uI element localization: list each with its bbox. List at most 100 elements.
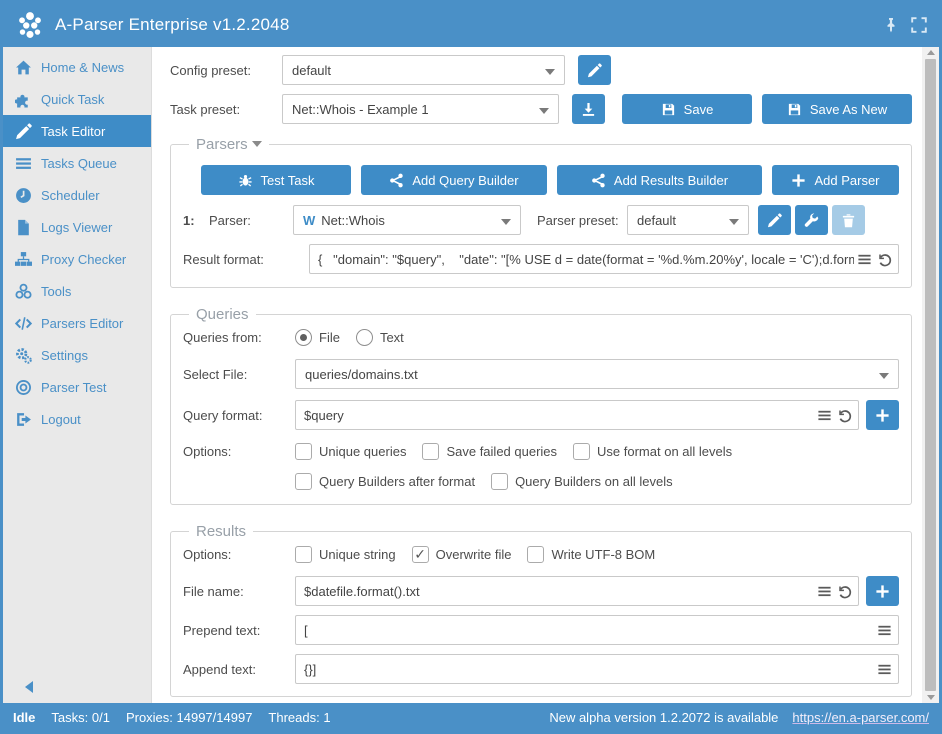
sidebar-item-tools[interactable]: Tools	[3, 275, 151, 307]
save-icon	[787, 102, 802, 117]
add-query-builder-button[interactable]: Add Query Builder	[361, 165, 547, 195]
chevron-down-icon	[252, 141, 262, 147]
menu-icon[interactable]	[877, 623, 892, 638]
task-preset-select[interactable]: Net::Whois - Example 1	[282, 94, 559, 124]
sidebar-item-logout[interactable]: Logout	[3, 403, 151, 435]
clock-icon	[15, 187, 32, 204]
add-query-format-button[interactable]	[866, 400, 899, 430]
edit-config-preset-button[interactable]	[578, 55, 611, 85]
undo-icon[interactable]	[837, 584, 852, 599]
config-preset-row: Config preset: default	[170, 55, 912, 85]
checkbox-unique-queries[interactable]: Unique queries	[295, 443, 406, 460]
parser-row: 1: Parser: W Net::Whois Parser preset: d…	[183, 205, 899, 235]
parser-options-button[interactable]	[795, 205, 828, 235]
checkbox-use-format-all-levels[interactable]: Use format on all levels	[573, 443, 732, 460]
delete-parser-button[interactable]	[832, 205, 865, 235]
gears-icon	[15, 347, 32, 364]
wrench-icon	[804, 213, 819, 228]
test-task-button[interactable]: Test Task	[201, 165, 351, 195]
sidebar-item-parser-test[interactable]: Parser Test	[3, 371, 151, 403]
query-format-input[interactable]	[295, 400, 859, 430]
checkbox-write-utf8-bom[interactable]: Write UTF-8 BOM	[527, 546, 655, 563]
update-link[interactable]: https://en.a-parser.com/	[792, 710, 929, 725]
puzzle-icon	[15, 91, 32, 108]
radio-queries-from-file[interactable]: File	[295, 329, 340, 346]
scroll-down-icon[interactable]	[927, 695, 935, 700]
append-text-input[interactable]	[295, 654, 899, 684]
home-icon	[15, 59, 32, 76]
scrollbar-thumb[interactable]	[925, 59, 936, 691]
sidebar-item-label: Parsers Editor	[41, 316, 123, 331]
checkbox-icon	[412, 546, 429, 563]
select-file-label: Select File:	[183, 367, 295, 382]
pencil-icon	[587, 63, 602, 78]
query-format-label: Query format:	[183, 408, 295, 423]
add-parser-button[interactable]: Add Parser	[772, 165, 899, 195]
checkbox-query-builders-all-levels[interactable]: Query Builders on all levels	[491, 473, 673, 490]
sidebar-item-quick-task[interactable]: Quick Task	[3, 83, 151, 115]
queries-section: Queries Queries from: File Text Select F…	[170, 306, 912, 505]
sidebar-item-parsers-editor[interactable]: Parsers Editor	[3, 307, 151, 339]
parser-preset-select[interactable]: default	[627, 205, 749, 235]
chevron-down-icon	[545, 69, 555, 75]
queries-options-label: Options:	[183, 444, 295, 459]
save-button[interactable]: Save	[622, 94, 752, 124]
checkbox-save-failed-queries[interactable]: Save failed queries	[422, 443, 557, 460]
checkbox-overwrite-file[interactable]: Overwrite file	[412, 546, 512, 563]
sidebar-item-proxy-checker[interactable]: Proxy Checker	[3, 243, 151, 275]
bug-icon	[238, 173, 253, 188]
pin-icon[interactable]	[883, 17, 899, 33]
result-format-field-wrap	[309, 244, 899, 274]
results-options-row: Options: Unique string Overwrite file Wr…	[183, 546, 899, 563]
prepend-text-input[interactable]	[295, 615, 899, 645]
menu-icon[interactable]	[817, 584, 832, 599]
undo-icon[interactable]	[877, 252, 892, 267]
append-text-label: Append text:	[183, 662, 295, 677]
status-state: Idle	[13, 710, 35, 725]
sidebar-item-label: Task Editor	[41, 124, 105, 139]
task-preset-label: Task preset:	[170, 102, 282, 117]
menu-icon[interactable]	[877, 662, 892, 677]
parser-label: Parser:	[209, 213, 293, 228]
plus-icon	[791, 173, 806, 188]
sidebar-item-settings[interactable]: Settings	[3, 339, 151, 371]
download-preset-button[interactable]	[572, 94, 605, 124]
parser-select[interactable]: W Net::Whois	[293, 205, 521, 235]
sidebar-collapse-icon[interactable]	[25, 681, 33, 693]
fullscreen-icon[interactable]	[911, 17, 927, 33]
undo-icon[interactable]	[837, 408, 852, 423]
query-format-field-wrap	[295, 400, 859, 430]
pencil-icon	[15, 123, 32, 140]
file-name-row: File name:	[183, 576, 899, 606]
checkbox-icon	[295, 443, 312, 460]
chevron-down-icon	[501, 219, 511, 225]
sidebar-item-tasks-queue[interactable]: Tasks Queue	[3, 147, 151, 179]
config-preset-value: default	[292, 63, 331, 78]
parser-preset-label: Parser preset:	[521, 213, 627, 228]
sidebar-item-home-news[interactable]: Home & News	[3, 51, 151, 83]
radio-queries-from-text[interactable]: Text	[356, 329, 404, 346]
sidebar-item-scheduler[interactable]: Scheduler	[3, 179, 151, 211]
edit-parser-button[interactable]	[758, 205, 791, 235]
config-preset-label: Config preset:	[170, 63, 282, 78]
sidebar-item-label: Quick Task	[41, 92, 104, 107]
add-results-builder-button[interactable]: Add Results Builder	[557, 165, 762, 195]
prepend-text-label: Prepend text:	[183, 623, 295, 638]
main-content: Config preset: default Task preset: Net:…	[152, 47, 922, 703]
checkbox-unique-string[interactable]: Unique string	[295, 546, 396, 563]
select-file-select[interactable]: queries/domains.txt	[295, 359, 899, 389]
save-as-new-button[interactable]: Save As New	[762, 94, 912, 124]
menu-icon[interactable]	[817, 408, 832, 423]
menu-icon[interactable]	[857, 252, 872, 267]
checkbox-query-builders-after-format[interactable]: Query Builders after format	[295, 473, 475, 490]
file-name-input[interactable]	[295, 576, 859, 606]
sidebar-item-logs-viewer[interactable]: Logs Viewer	[3, 211, 151, 243]
sidebar-item-task-editor[interactable]: Task Editor	[3, 115, 151, 147]
result-format-input[interactable]	[309, 244, 899, 274]
scroll-up-icon[interactable]	[927, 50, 935, 55]
config-preset-select[interactable]: default	[282, 55, 565, 85]
parsers-legend[interactable]: Parsers	[189, 136, 269, 153]
result-format-label: Result format:	[183, 252, 309, 267]
save-icon	[661, 102, 676, 117]
add-file-name-button[interactable]	[866, 576, 899, 606]
